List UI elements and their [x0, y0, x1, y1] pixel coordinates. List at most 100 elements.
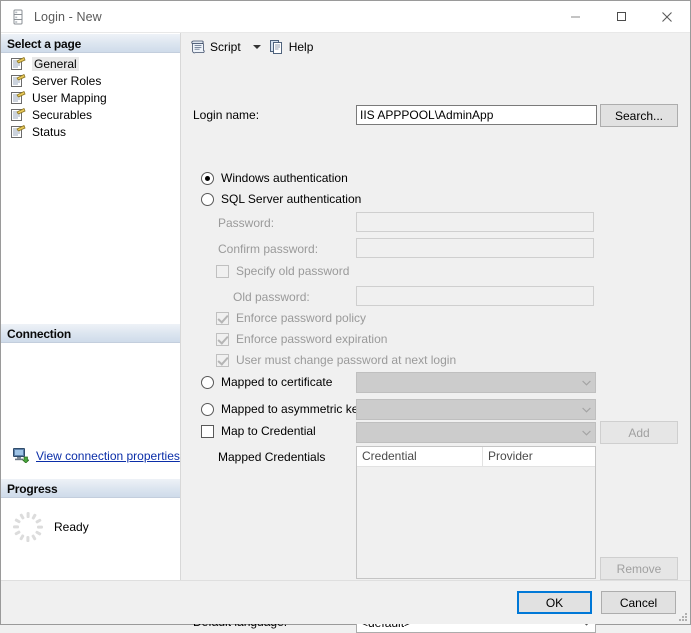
must-change-password-label: User must change password at next login [236, 353, 457, 367]
sidebar-item-label: General [32, 56, 79, 71]
search-button[interactable]: Search... [600, 104, 678, 127]
login-name-input[interactable]: IIS APPPOOL\AdminApp [356, 105, 597, 125]
password-label-row: Password: [218, 216, 274, 230]
login-name-label: Login name: [193, 108, 260, 122]
enforce-password-policy-row[interactable]: Enforce password policy [216, 311, 366, 325]
mapped-credentials-label: Mapped Credentials [218, 450, 326, 464]
mapped-to-certificate-row[interactable]: Mapped to certificate [201, 375, 332, 389]
map-to-credential-label: Map to Credential [221, 424, 316, 438]
sidebar-item-status[interactable]: Status [1, 123, 180, 140]
confirm-password-input[interactable] [356, 238, 594, 258]
windows-authentication-radio-row[interactable]: Windows authentication [201, 171, 348, 185]
right-pane: Script Help Login name: IIS APPPOOL\Admi… [181, 33, 690, 633]
server-connection-icon [13, 448, 30, 464]
enforce-password-expiration-checkbox[interactable] [216, 332, 229, 346]
general-page-form: Login name: IIS APPPOOL\AdminApp Search.… [181, 61, 690, 633]
windows-authentication-radio[interactable] [201, 171, 214, 185]
page-icon [11, 56, 26, 71]
progress-status: Ready [54, 520, 89, 534]
toolbar: Script Help [181, 33, 690, 61]
sql-authentication-radio-row[interactable]: SQL Server authentication [201, 192, 361, 206]
remove-credential-button[interactable]: Remove [600, 557, 678, 580]
mapped-to-certificate-radio[interactable] [201, 375, 214, 389]
sidebar-item-user-mapping[interactable]: User Mapping [1, 89, 180, 106]
script-icon [190, 39, 206, 55]
view-connection-properties-link[interactable]: View connection properties [36, 449, 180, 463]
spinner-icon [11, 510, 45, 544]
sidebar-item-label: Server Roles [32, 73, 102, 88]
enforce-password-policy-checkbox[interactable] [216, 311, 229, 325]
enforce-password-expiration-row[interactable]: Enforce password expiration [216, 332, 387, 346]
minimize-button[interactable] [552, 1, 598, 32]
chevron-down-icon [578, 430, 595, 436]
script-button[interactable]: Script [186, 36, 245, 58]
page-icon [11, 124, 26, 139]
progress-header: Progress [1, 478, 180, 498]
password-input[interactable] [356, 212, 594, 232]
specify-old-password-row[interactable]: Specify old password [216, 264, 349, 278]
resize-grip[interactable] [675, 609, 687, 621]
old-password-label-row: Old password: [233, 290, 310, 304]
chevron-down-icon [578, 407, 595, 413]
page-icon [11, 90, 26, 105]
sidebar-item-label: Status [32, 124, 67, 139]
select-a-page-header: Select a page [1, 33, 180, 53]
map-to-credential-combo[interactable] [356, 422, 596, 443]
sql-authentication-radio[interactable] [201, 192, 214, 206]
mapped-to-asymmetric-key-combo[interactable] [356, 399, 596, 420]
column-header-provider[interactable]: Provider [483, 447, 595, 466]
sidebar-item-securables[interactable]: Securables [1, 106, 180, 123]
specify-old-password-checkbox[interactable] [216, 264, 229, 278]
sidebar-item-server-roles[interactable]: Server Roles [1, 72, 180, 89]
sidebar-item-label: User Mapping [32, 90, 107, 105]
windows-authentication-label: Windows authentication [221, 171, 348, 185]
view-connection-properties-row[interactable]: View connection properties [13, 448, 180, 464]
cancel-button[interactable]: Cancel [601, 591, 676, 614]
database-server-icon [10, 9, 26, 25]
help-label: Help [288, 40, 314, 54]
login-new-dialog: Login - New Select a page General Server… [0, 0, 691, 633]
connection-header: Connection [1, 323, 180, 343]
page-icon [11, 73, 26, 88]
mapped-to-certificate-label: Mapped to certificate [221, 375, 333, 389]
sql-authentication-label: SQL Server authentication [221, 192, 362, 206]
add-credential-button[interactable]: Add [600, 421, 678, 444]
progress-area: Ready [1, 498, 180, 580]
map-to-credential-row[interactable]: Map to Credential [201, 424, 316, 438]
must-change-password-row[interactable]: User must change password at next login [216, 353, 456, 367]
chevron-down-icon [578, 380, 595, 386]
old-password-input[interactable] [356, 286, 594, 306]
ok-button[interactable]: OK [517, 591, 592, 614]
title-bar: Login - New [1, 1, 690, 33]
sidebar-item-general[interactable]: General [1, 55, 180, 72]
must-change-password-checkbox[interactable] [216, 353, 229, 367]
chevron-down-icon[interactable] [252, 45, 261, 49]
map-to-credential-checkbox[interactable] [201, 424, 214, 438]
script-label: Script [210, 40, 241, 54]
old-password-label: Old password: [233, 290, 310, 304]
mapped-to-certificate-combo[interactable] [356, 372, 596, 393]
connection-area: View connection properties [1, 343, 180, 478]
left-pane: Select a page General Server Roles User … [1, 33, 181, 580]
mapped-to-asymmetric-key-radio[interactable] [201, 402, 214, 416]
sidebar-item-label: Securables [32, 107, 93, 122]
specify-old-password-label: Specify old password [236, 264, 350, 278]
password-label: Password: [218, 216, 275, 230]
confirm-password-label-row: Confirm password: [218, 242, 318, 256]
mapped-to-asymmetric-key-row[interactable]: Mapped to asymmetric key [201, 402, 364, 416]
window-title: Login - New [34, 9, 102, 24]
mapped-credentials-header: Credential Provider [357, 447, 595, 467]
maximize-button[interactable] [598, 1, 644, 32]
close-button[interactable] [644, 1, 690, 32]
mapped-credentials-list[interactable]: Credential Provider [356, 446, 596, 579]
dialog-footer: OK Cancel [1, 580, 690, 624]
page-icon [11, 107, 26, 122]
confirm-password-label: Confirm password: [218, 242, 319, 256]
column-header-credential[interactable]: Credential [357, 447, 483, 466]
enforce-password-policy-label: Enforce password policy [236, 311, 367, 325]
caption-buttons [552, 1, 690, 32]
enforce-password-expiration-label: Enforce password expiration [236, 332, 388, 346]
mapped-to-asymmetric-key-label: Mapped to asymmetric key [221, 402, 365, 416]
help-button[interactable]: Help [265, 36, 318, 58]
mapped-credentials-label-row: Mapped Credentials [218, 450, 325, 464]
